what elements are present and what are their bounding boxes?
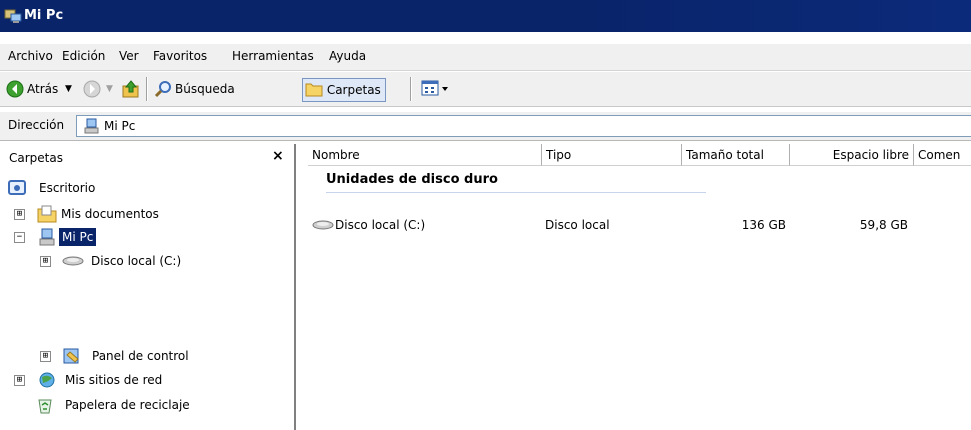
row-type: Disco local [545, 218, 610, 232]
control-panel-icon [62, 347, 82, 365]
close-icon[interactable]: × [272, 148, 284, 164]
menu-archivo[interactable]: Archivo [8, 49, 53, 63]
tree-label: Disco local (C:) [91, 254, 182, 268]
tree-label-selected: Mi Pc [59, 228, 97, 246]
tree-label: Mis sitios de red [65, 373, 163, 387]
expand-icon[interactable]: ⊞ [40, 256, 51, 267]
expand-icon[interactable]: ⊞ [14, 209, 25, 220]
row-free-space: 59,8 GB [859, 218, 908, 232]
menu-bar: Archivo Edición Ver Favoritos Herramient… [0, 44, 971, 71]
tree-label: Escritorio [39, 181, 96, 195]
details-view: Nombre Tipo Tamaño total Espacio libre C… [298, 144, 971, 430]
folders-button[interactable]: Carpetas [302, 78, 386, 102]
table-row[interactable]: Disco local (C:) Disco local 136 GB 59,8… [298, 216, 971, 234]
column-header-comment[interactable]: Comen [914, 144, 971, 166]
hard-drive-icon [312, 216, 334, 239]
menu-ayuda[interactable]: Ayuda [329, 49, 366, 63]
expand-icon[interactable]: ⊞ [40, 351, 51, 362]
back-dropdown-icon[interactable]: ▼ [65, 79, 72, 99]
column-header-type[interactable]: Tipo [542, 144, 682, 166]
folders-pane-title: Carpetas [9, 151, 63, 165]
tree-label: Papelera de reciclaje [65, 398, 190, 412]
folders-pane: Carpetas × Escritorio ⊞ Mis documentos −… [0, 144, 296, 430]
toolbar-separator [410, 77, 412, 101]
forward-dropdown-icon[interactable]: ▼ [106, 79, 113, 99]
desktop-icon [8, 179, 28, 197]
my-computer-icon [4, 8, 24, 24]
folders-button-label: Carpetas [326, 83, 381, 97]
search-icon[interactable] [153, 79, 173, 99]
menu-herramientas[interactable]: Herramientas [232, 49, 314, 63]
expand-icon[interactable]: ⊞ [14, 375, 25, 386]
address-input[interactable]: Mi Pc [76, 115, 971, 137]
my-pc-icon [37, 228, 57, 246]
menu-favoritos[interactable]: Favoritos [153, 49, 207, 63]
recycle-bin-icon [36, 396, 56, 414]
menu-ver[interactable]: Ver [119, 49, 139, 63]
column-header-total-size[interactable]: Tamaño total [682, 144, 790, 166]
network-places-icon [37, 371, 57, 389]
row-total-size: 136 GB [741, 218, 786, 232]
group-header: Unidades de disco duro [326, 172, 498, 187]
tree-label: Panel de control [92, 349, 189, 363]
address-value: Mi Pc [104, 119, 136, 133]
tree-label: Mis documentos [61, 207, 159, 221]
group-divider [326, 192, 706, 193]
hard-drive-icon [62, 252, 84, 270]
folders-pane-header: Carpetas × [0, 144, 294, 172]
toolbar-separator [146, 77, 148, 101]
column-header-free-space[interactable]: Espacio libre [790, 144, 914, 166]
my-pc-icon [83, 118, 101, 134]
back-arrow-icon[interactable] [6, 79, 24, 99]
documents-folder-icon [37, 205, 57, 223]
back-button-label[interactable]: Atrás [27, 79, 58, 99]
column-header-name[interactable]: Nombre [308, 144, 542, 166]
views-icon[interactable] [421, 79, 451, 99]
search-button-label[interactable]: Búsqueda [175, 79, 235, 99]
row-name: Disco local (C:) [335, 218, 426, 232]
toolbar: Atrás ▼ ▼ Búsqueda Carpetas [0, 72, 971, 107]
forward-arrow-icon[interactable] [83, 79, 101, 99]
title-bar: Mi Pc [0, 0, 971, 32]
menu-edicion[interactable]: Edición [62, 49, 105, 63]
address-bar: Dirección Mi Pc [0, 112, 971, 141]
window-title: Mi Pc [24, 8, 64, 23]
folder-icon [305, 83, 323, 97]
folder-up-icon[interactable] [121, 79, 141, 99]
address-label: Dirección [8, 118, 65, 132]
collapse-icon[interactable]: − [14, 232, 25, 243]
